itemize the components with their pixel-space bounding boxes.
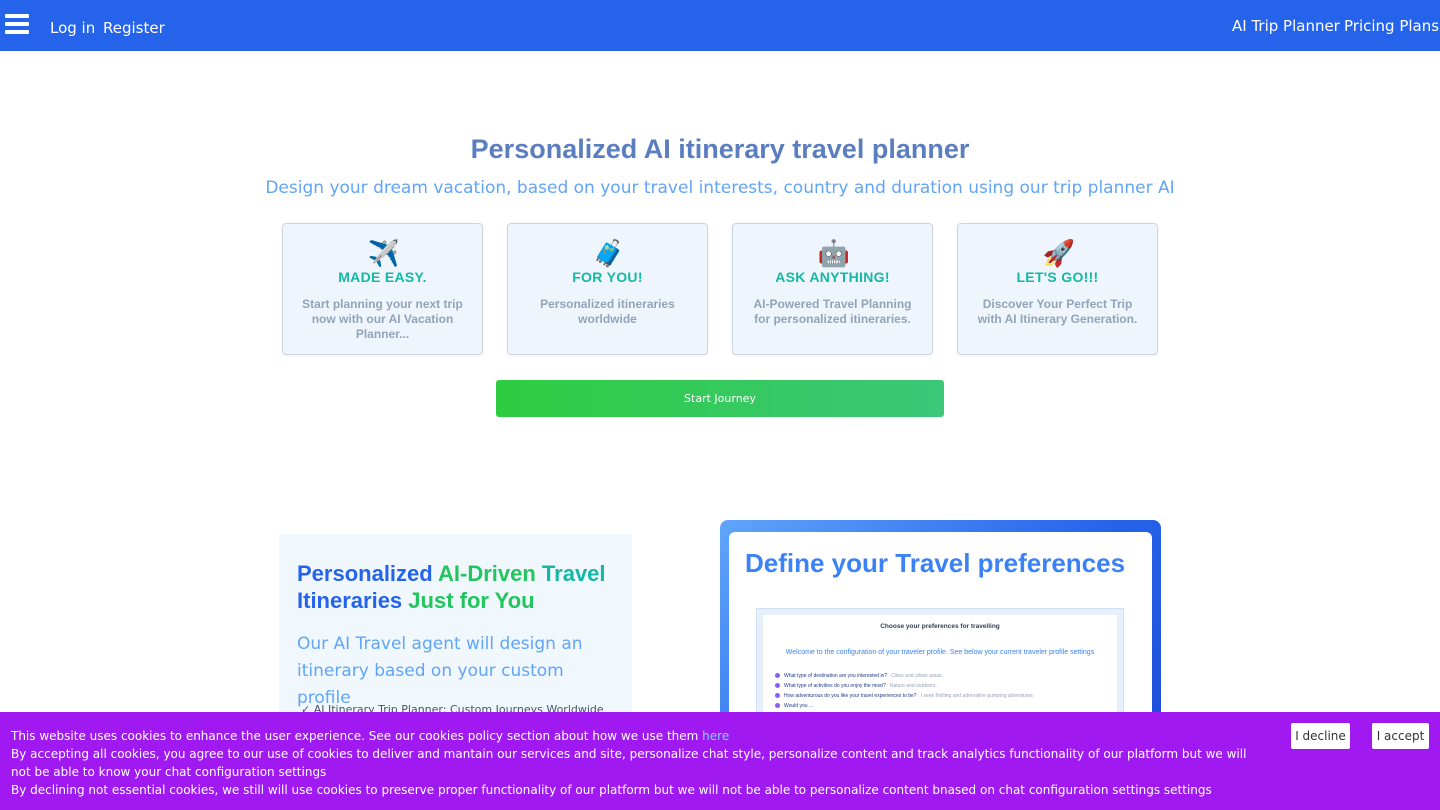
question-text: Would you ... [784,703,814,709]
login-link[interactable]: Log in [50,19,95,37]
ai-trip-planner-link[interactable]: AI Trip Planner [1232,17,1340,35]
rocket-icon: 🚀 [1042,238,1075,268]
preference-question: Would you ... [775,703,813,709]
start-journey-button[interactable]: Start Journey [496,380,944,417]
card-title: ASK ANYTHING! [775,269,890,285]
cookie-text: This website uses cookies to enhance the… [11,729,703,743]
feature-card-for-you: 🧳 FOR YOU! Personalized itineraries worl… [507,223,708,355]
card-description: Discover Your Perfect Trip with AI Itine… [977,297,1138,326]
accept-cookies-button[interactable]: I accept [1372,723,1429,749]
preference-question: What type of activities do you enjoy the… [775,683,937,689]
answer-text: : I seek thrilling and adrenaline-pumpin… [917,693,1033,699]
luggage-icon: 🧳 [592,238,625,268]
section-heading: Personalized AI-Driven Travel Itinerarie… [297,560,627,614]
cookie-accept-info: By accepting all cookies, you agree to o… [11,747,1247,779]
screenshot-welcome-text: Welcome to the configuration of your tra… [785,649,1095,656]
preference-question: How adventurous do you like your travel … [775,693,1033,699]
cookie-policy-link[interactable]: here [702,729,729,743]
card-title: MADE EASY. [338,269,427,285]
cookie-decline-info: By declining not essential cookies, we s… [11,783,1212,797]
feature-card-lets-go: 🚀 LET'S GO!!! Discover Your Perfect Trip… [957,223,1158,355]
cookie-notice-line: This website uses cookies to enhance the… [11,727,1261,745]
answer-text: : Nature and outdoors. [887,683,937,689]
section-subtitle: Our AI Travel agent will design an itine… [297,634,583,708]
page-subtitle: Design your dream vacation, based on you… [265,178,1175,198]
question-text: What type of destination are you interes… [784,673,889,679]
feature-card-ask-anything: 🤖 ASK ANYTHING! AI-Powered Travel Planni… [732,223,933,355]
preferences-title: Define your Travel preferences [745,548,1126,578]
pricing-plans-link[interactable]: Pricing Plans [1344,17,1439,35]
airplane-icon: ✈️ [367,238,400,268]
preferences-card: Define your Travel preferences Choose yo… [729,532,1152,733]
card-title: FOR YOU! [572,269,643,285]
heading-part: AI-Driven [438,561,536,586]
screenshot-heading: Choose your preferences for travelling [880,623,1000,630]
preference-question: What type of destination are you interes… [775,673,943,679]
card-title: LET'S GO!!! [1016,269,1099,285]
hamburger-menu-icon[interactable] [5,14,29,38]
question-text: What type of activities do you enjoy the… [784,683,888,689]
feature-card-made-easy: ✈️ MADE EASY. Start planning your next t… [282,223,483,355]
answer-text: : Cities and urban areas. [888,673,943,679]
heading-part: Itineraries [297,588,409,613]
heading-part: Travel [535,561,606,586]
cookie-consent-banner: This website uses cookies to enhance the… [0,712,1440,810]
card-description: AI-Powered Travel Planning for personali… [753,297,912,326]
card-description: Start planning your next trip now with o… [302,297,463,341]
personalized-itineraries-section: Personalized AI-Driven Travel Itinerarie… [279,534,632,734]
question-text: How adventurous do you like your travel … [784,693,918,699]
top-navbar: Log in Register AI Trip Planner Pricing … [0,0,1440,51]
card-description: Personalized itineraries worldwide [540,297,675,326]
page-title: Personalized AI itinerary travel planner [470,134,970,164]
robot-icon: 🤖 [817,238,850,268]
travel-preferences-panel: Define your Travel preferences Choose yo… [720,520,1161,740]
heading-part: Personalized [297,561,439,586]
register-link[interactable]: Register [103,19,165,37]
heading-part: Just for You [408,588,535,613]
decline-cookies-button[interactable]: I decline [1291,723,1350,749]
